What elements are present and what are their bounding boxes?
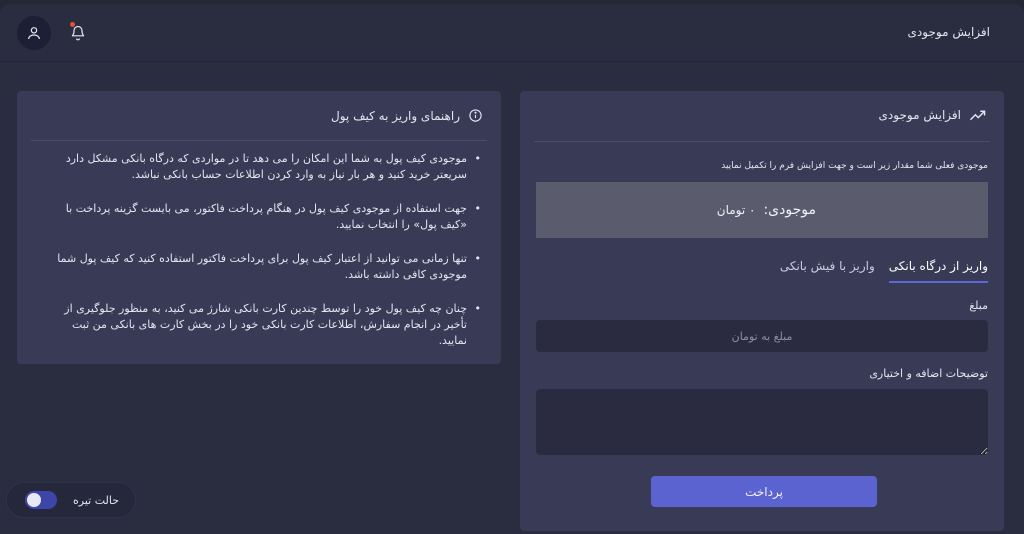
increase-balance-card: افزایش موجودی موجودی فعلی شما مقدار زیر …	[520, 91, 1004, 531]
dark-mode-label: حالت تیره	[72, 493, 119, 507]
balance-label: موجودی:	[763, 202, 816, 218]
guide-item: چنان چه کیف پول خود را توسط چندین کارت ب…	[45, 301, 481, 349]
payment-method-tabs: واریز از درگاه بانکی واریز با فیش بانکی	[780, 259, 988, 283]
user-icon	[28, 27, 40, 40]
dark-mode-toggle[interactable]	[25, 491, 57, 509]
tab-bank-receipt[interactable]: واریز با فیش بانکی	[780, 259, 875, 283]
user-avatar-button[interactable]	[17, 16, 51, 50]
amount-input[interactable]	[536, 320, 988, 352]
balance-value: ۰ تومان	[716, 203, 756, 217]
guide-list: موجودی کیف پول به شما این امکان را می ده…	[45, 151, 481, 367]
guide-item: جهت استفاده از موجودی کیف پول در هنگام پ…	[45, 201, 481, 233]
info-icon	[469, 109, 482, 122]
notifications-button[interactable]	[68, 21, 88, 43]
balance-note: موجودی فعلی شما مقدار زیر است و جهت افزا…	[721, 161, 988, 171]
dark-mode-switch[interactable]: حالت تیره	[6, 482, 136, 518]
guide-title-text: راهنمای واریز به کیف پول	[331, 108, 460, 123]
notification-dot	[70, 22, 75, 27]
description-label: توضیحات اضافه و اختیاری	[869, 367, 988, 380]
pay-button[interactable]: پرداخت	[651, 476, 877, 507]
guide-title: راهنمای واریز به کیف پول	[331, 108, 483, 123]
amount-label: مبلغ	[969, 299, 988, 312]
divider	[31, 140, 487, 141]
wallet-guide-card: راهنمای واریز به کیف پول موجودی کیف پول …	[17, 91, 501, 364]
tab-bank-gateway[interactable]: واریز از درگاه بانکی	[888, 259, 988, 283]
divider	[534, 141, 990, 142]
toggle-knob	[27, 493, 41, 507]
description-textarea[interactable]	[536, 389, 988, 455]
guide-item: موجودی کیف پول به شما این امکان را می ده…	[45, 151, 481, 183]
app-frame: افزایش موجودی راهنمای واریز به کیف پول •…	[0, 4, 1024, 534]
wallet-title: افزایش موجودی	[879, 108, 986, 122]
guide-item: تنها زمانی می توانید از اعتبار کیف پول ب…	[45, 251, 481, 283]
trending-up-icon	[969, 110, 986, 120]
current-balance-box: ۰ تومان موجودی:	[536, 182, 988, 238]
wallet-title-text: افزایش موجودی	[878, 108, 961, 122]
page-title: افزایش موجودی	[907, 25, 990, 39]
top-header: افزایش موجودی	[0, 4, 1024, 62]
